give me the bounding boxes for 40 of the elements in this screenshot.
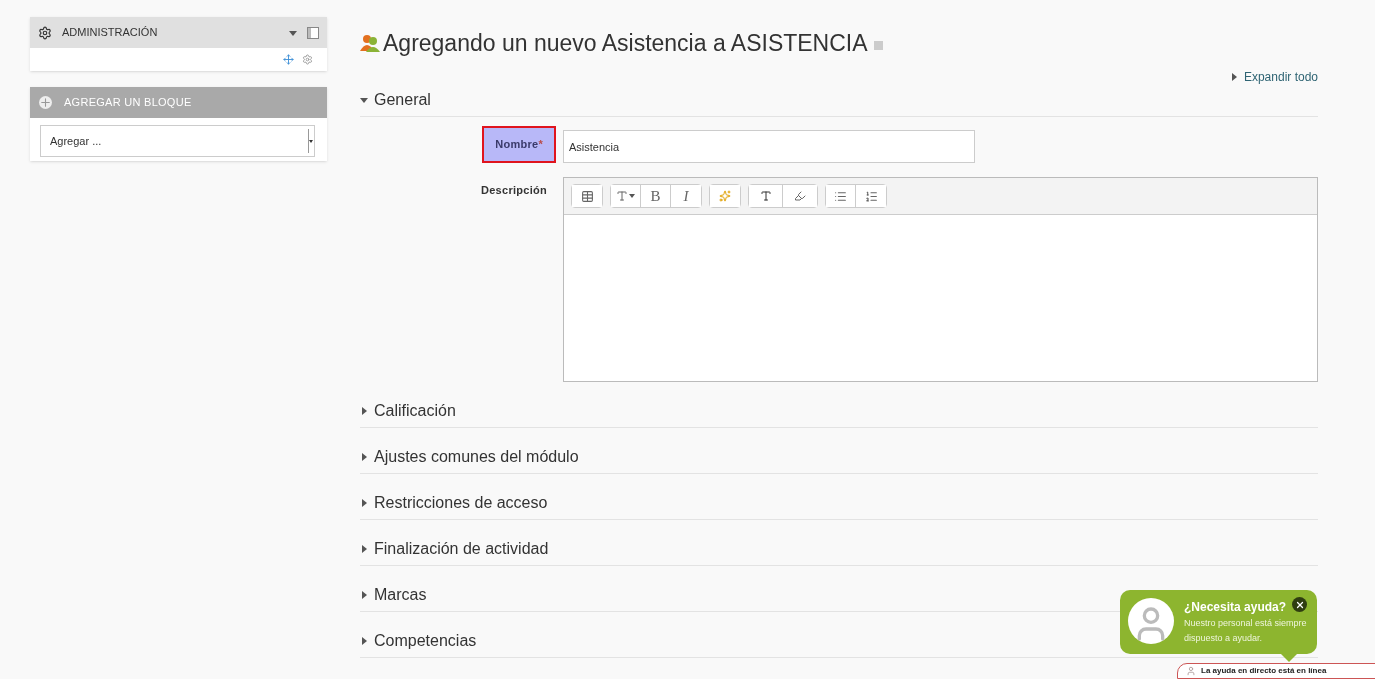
bullet-list-button[interactable] xyxy=(826,185,856,207)
description-label: Descripción xyxy=(481,183,547,198)
add-block-select[interactable]: Agregar ... xyxy=(40,125,315,157)
section-header[interactable]: Calificación xyxy=(360,394,1318,428)
expand-all-link[interactable]: Expandir todo xyxy=(1229,68,1318,86)
bold-button[interactable]: B xyxy=(641,185,671,207)
sparkle-button[interactable] xyxy=(710,185,740,207)
font-color-icon xyxy=(759,190,772,202)
bullet-list-icon xyxy=(834,189,847,203)
people-icon xyxy=(360,34,380,52)
collapse-caret-icon xyxy=(289,28,297,37)
close-icon[interactable] xyxy=(1292,597,1307,612)
avatar-silhouette-icon xyxy=(1128,598,1174,644)
highlighter-icon xyxy=(794,190,806,202)
name-label: Nombre* xyxy=(482,126,556,163)
table-icon xyxy=(580,189,594,203)
person-icon xyxy=(1186,666,1196,676)
dock-icon[interactable] xyxy=(307,26,319,39)
section-header[interactable]: General xyxy=(360,83,1318,117)
section-header[interactable]: Ajustes comunes del módulo xyxy=(360,440,1318,474)
page-title: Agregando un nuevo Asistencia a ASISTENCIA xyxy=(383,28,868,58)
block-title: ADMINISTRACIÓN xyxy=(62,25,159,41)
numbered-list-icon xyxy=(864,189,878,203)
numbered-list-button[interactable] xyxy=(856,185,886,207)
name-field[interactable]: Asistencia xyxy=(563,130,975,163)
caret-icon xyxy=(629,194,635,198)
block-title: AGREGAR UN BLOQUE xyxy=(64,95,192,111)
section-header[interactable]: Restricciones de acceso xyxy=(360,486,1318,520)
italic-button[interactable]: I xyxy=(671,185,701,207)
font-color-button[interactable] xyxy=(749,185,783,207)
highlight-button[interactable] xyxy=(783,185,817,207)
show-more-button[interactable] xyxy=(572,185,602,207)
font-size-icon xyxy=(616,190,628,202)
move-icon[interactable] xyxy=(283,54,294,65)
live-help-status: La ayuda en directo está en línea xyxy=(1201,665,1327,677)
font-size-button[interactable] xyxy=(611,185,641,207)
sparkle-icon xyxy=(719,190,731,202)
expand-caret-icon xyxy=(1229,73,1238,81)
section-header[interactable]: Finalización de actividad xyxy=(360,532,1318,566)
gear-icon[interactable] xyxy=(302,54,313,65)
